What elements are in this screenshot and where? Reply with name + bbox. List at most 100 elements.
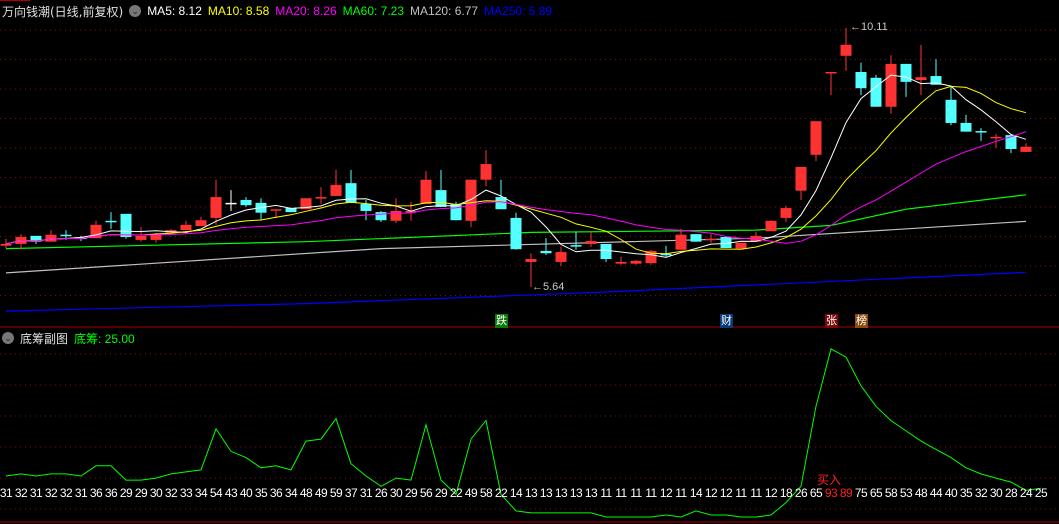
candle [180,220,192,231]
sub-value: 49 [314,486,328,500]
candle-body [810,121,822,155]
candle [315,187,327,205]
candle [900,63,912,97]
sub-value: 30 [989,486,1003,500]
candle [930,59,942,85]
candle [105,212,117,229]
sub-value: 35 [959,486,973,500]
candle [810,121,822,162]
sub-value: 54 [209,486,223,500]
low-price-label: ←5.64 [532,281,565,293]
candle-body [675,234,687,250]
candle [600,243,612,262]
sub-value: 36 [89,486,103,500]
candle-body [540,250,552,254]
candle [540,238,552,255]
sub-value: 11 [600,486,612,500]
grid-lines [0,29,1059,510]
candle-body [60,234,72,237]
candle-body [225,202,237,205]
candle [435,169,447,207]
candle [735,242,747,249]
sub-value: 12 [659,486,673,500]
candle [915,44,927,96]
arrow-icon: ← [850,21,861,33]
sub-value: 13 [539,486,553,500]
sub-value: 11 [630,486,642,500]
sub-value: 65 [869,486,883,500]
candle-body [615,261,627,264]
ma120-label: MA120: 6.77 [410,4,479,18]
candle-body [555,252,567,262]
sub-value: 44 [929,486,943,500]
candle-body [345,183,357,203]
event-marker[interactable]: 财 [720,314,733,328]
candle-body [390,210,402,221]
candle-body [825,72,837,74]
chevron-down-icon[interactable]: ⌄ [129,5,142,17]
event-marker[interactable]: 榜 [855,314,868,328]
sub-value: 32 [44,486,58,500]
candle-body [630,260,642,264]
candle [705,234,717,243]
sub-value: 12 [719,486,733,500]
candle [255,198,267,221]
candle [240,197,252,207]
main-chart-header: 万向钱潮(日线,前复权) ⌄ MA5: 8.12 MA10: 8.58 MA20… [2,3,558,19]
candle [960,114,972,132]
candle-body [855,72,867,89]
candle-body [510,217,522,250]
sub-value: 32 [59,486,73,500]
candle [660,245,672,257]
candle [555,246,567,266]
event-marker[interactable]: 张 [825,314,838,328]
candle-body [1020,146,1032,152]
candle [885,55,897,114]
sub-value: 13 [584,486,598,500]
sub-value: 89 [839,486,853,500]
sub-chart-title: 底筹副图 [20,331,69,346]
sub-value: 43 [224,486,238,500]
sub-value: 18 [779,486,793,500]
sub-value: 53 [899,486,913,500]
sub-value: 58 [884,486,898,500]
candle [855,62,867,96]
sub-value: 13 [524,486,538,500]
candle [630,260,642,265]
sub-value: 40 [944,486,958,500]
candle [780,205,792,222]
sub-value: 11 [615,486,627,500]
sub-value: 32 [164,486,178,500]
candle [765,220,777,232]
candle [375,210,387,222]
candle [225,190,237,211]
candle-body [600,243,612,260]
ma10-label: MA10: 8.58 [207,4,270,18]
candle [330,169,342,196]
sub-value: 29 [404,486,418,500]
candle-body [270,209,282,211]
sub-value: 11 [645,486,657,500]
candle-body [780,208,792,218]
chevron-down-icon[interactable]: ⌄ [2,332,14,344]
candle-body [45,234,57,242]
sub-value: 49 [464,486,478,500]
sub-value: 75 [854,486,868,500]
ma5-label: MA5: 8.12 [147,4,202,18]
candle-body [0,243,12,246]
sub-value: 34 [284,486,298,500]
sub-value: 29 [434,486,448,500]
candle-body [465,179,477,221]
sub-value: 12 [704,486,718,500]
sub-value: 29 [119,486,133,500]
sub-value: 22 [449,486,463,500]
sub-value: 29 [134,486,148,500]
candle [975,128,987,141]
sub-value: 58 [479,486,493,500]
candle [870,74,882,107]
candle [30,235,42,244]
sub-value: 48 [914,486,928,500]
stock-title: 万向钱潮(日线,前复权) [2,4,124,19]
candlestick-chart[interactable] [0,0,1059,524]
event-marker[interactable]: 跌 [495,314,508,328]
